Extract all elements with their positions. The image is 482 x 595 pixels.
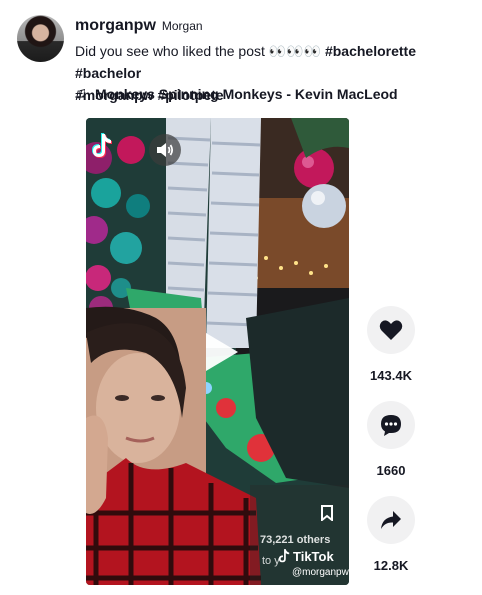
share-icon <box>381 511 401 529</box>
hashtag-bachelor[interactable]: #bachelor <box>75 65 141 81</box>
tiktok-watermark-icon <box>278 549 290 563</box>
share-button[interactable] <box>367 496 415 544</box>
post-header: morganpw Morgan <box>75 17 475 35</box>
like-button[interactable] <box>367 306 415 354</box>
watermark-handle: @morganpw <box>292 567 349 578</box>
hashtag-bachelorette[interactable]: #bachelorette <box>325 43 416 59</box>
like-action: 143.4K <box>361 306 421 383</box>
share-action: 12.8K <box>361 496 421 573</box>
author-nickname: Morgan <box>161 19 203 33</box>
play-icon[interactable] <box>204 331 240 373</box>
music-title: Monkeys Spinning Monkeys - Kevin MacLeod <box>95 86 398 102</box>
author-username[interactable]: morganpw <box>75 17 156 35</box>
comment-count: 1660 <box>376 463 406 478</box>
sound-icon <box>157 143 174 157</box>
comment-button[interactable] <box>367 401 415 449</box>
comment-action: 1660 <box>361 401 421 478</box>
share-count: 12.8K <box>373 558 409 573</box>
overlay-count-text: 73,221 others <box>260 534 331 546</box>
tiktok-watermark: TikTok <box>277 548 334 564</box>
sound-toggle-button[interactable] <box>149 134 181 166</box>
video-player[interactable]: 73,221 others to y TikTok @morganpw <box>86 118 349 585</box>
comment-icon <box>381 415 401 436</box>
watermark-brand: TikTok <box>293 548 334 564</box>
music-link[interactable]: ♫ Monkeys Spinning Monkeys - Kevin MacLe… <box>75 85 398 103</box>
like-count: 143.4K <box>370 368 412 383</box>
music-note-icon: ♫ <box>75 85 87 102</box>
bookmark-icon[interactable] <box>320 505 334 521</box>
avatar[interactable] <box>17 15 64 62</box>
tiktok-logo-icon <box>92 133 112 158</box>
caption-text: Did you see who liked the post 👀👀👀 <box>75 43 322 59</box>
heart-icon <box>379 320 403 340</box>
